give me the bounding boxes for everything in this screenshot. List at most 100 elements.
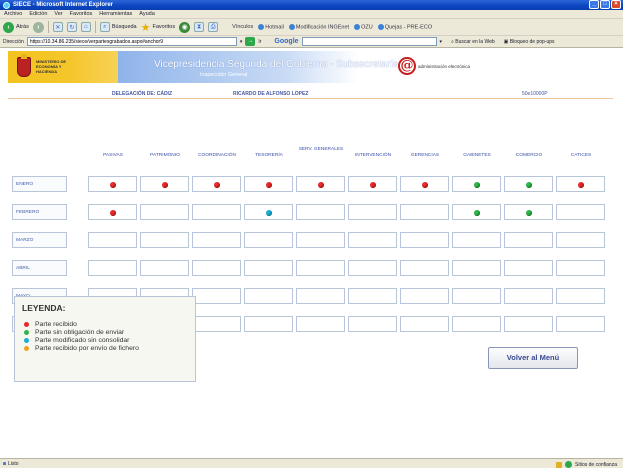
status-cell [348, 204, 397, 220]
close-button[interactable]: × [611, 0, 621, 9]
print-icon[interactable]: ⎙ [208, 22, 219, 32]
status-cell[interactable] [556, 176, 605, 192]
column-header: GERENCIAS [410, 153, 440, 158]
status-cell[interactable] [348, 176, 397, 192]
menu-favoritos[interactable]: Favoritos [70, 11, 93, 17]
forward-button[interactable]: › [32, 21, 44, 34]
google-toolbar-logo[interactable]: Google [274, 38, 298, 45]
link-icon [288, 23, 295, 30]
status-cell [296, 204, 345, 220]
search-icon: ⌕ [99, 22, 110, 32]
status-cell[interactable] [244, 204, 293, 220]
media-icon[interactable]: ◉ [179, 21, 191, 33]
status-cell [244, 316, 293, 332]
status-cell[interactable] [88, 204, 137, 220]
link-ozu[interactable]: OZU [354, 23, 373, 30]
google-search-web-button[interactable]: ⌕ Buscar en la Web [451, 39, 495, 45]
spain-crest-icon [17, 54, 31, 77]
status-cell[interactable] [452, 176, 501, 192]
minimize-button[interactable]: _ [589, 0, 599, 9]
statusbar: ◙ Listo Sitios de confianza [0, 458, 623, 468]
month-row: ENERO [12, 176, 611, 194]
search-label: Búsqueda [111, 24, 137, 30]
status-cell [192, 204, 241, 220]
home-icon[interactable]: ⌂ [80, 22, 91, 32]
person-name: RICARDO DE ALFONSO LOPEZ [233, 91, 309, 97]
red-dot-icon [318, 182, 324, 188]
status-cell[interactable] [400, 176, 449, 192]
maximize-button[interactable]: □ [600, 0, 610, 9]
link-hotmail[interactable]: Hotmail [258, 23, 284, 30]
header-banner: MINISTERIO DE ECONOMÍA Y HACIENDA Vicepr… [8, 51, 613, 83]
status-cell[interactable] [504, 204, 553, 220]
menu-archivo[interactable]: Archivo [4, 11, 22, 17]
address-input[interactable]: https://10.34.86.235/siece/verpartesgrab… [26, 37, 237, 46]
status-cell [348, 288, 397, 304]
lock-icon [556, 461, 563, 468]
popup-blocker-button[interactable]: ▣ Bloqueo de pop-ups [504, 39, 555, 45]
status-cell [504, 316, 553, 332]
link-quejas[interactable]: Quejas - PRE-ECO [377, 23, 432, 30]
month-label: ABRIL [12, 260, 67, 276]
delegation-label: DELEGACIÓN DE: CÁDIZ [112, 91, 172, 97]
banner-title: Vicepresidencia Segunda del Gobierno - S… [154, 59, 399, 70]
status-cell [556, 260, 605, 276]
stop-icon[interactable]: ✕ [52, 22, 63, 32]
link-icon [354, 23, 361, 30]
status-cell[interactable] [140, 176, 189, 192]
status-cell [192, 260, 241, 276]
month-row: ABRIL [12, 260, 611, 278]
red-dot-icon [24, 321, 29, 327]
toolbar: ‹ Atrás › ✕ ↻ ⌂ ⌕ Búsqueda ★ Favoritos ◉… [0, 19, 623, 36]
go-button[interactable]: Ir [258, 39, 261, 45]
red-dot-icon [162, 182, 168, 188]
status-cell[interactable] [452, 204, 501, 220]
favorites-button[interactable]: ★ Favoritos [141, 21, 176, 34]
toolbar-separator [94, 21, 96, 33]
refresh-icon[interactable]: ↻ [66, 22, 77, 32]
address-dropdown-icon[interactable]: ▾ [240, 39, 243, 45]
history-icon[interactable]: ⧗ [194, 22, 205, 32]
status-cell [244, 232, 293, 248]
google-search-dropdown-icon[interactable]: ▾ [440, 39, 443, 45]
status-cell[interactable] [504, 176, 553, 192]
status-text: Listo [8, 460, 19, 467]
ie-icon [3, 1, 10, 9]
legend-title: LEYENDA: [22, 303, 66, 313]
status-cell[interactable] [296, 176, 345, 192]
toolbar-separator [47, 21, 49, 33]
status-cell [504, 288, 553, 304]
teal-dot-icon [24, 337, 29, 343]
column-header: TESORERÍA [255, 153, 283, 158]
status-cell [192, 232, 241, 248]
month-label: MARZO [12, 232, 67, 248]
address-label: Dirección [3, 38, 24, 45]
menu-herramientas[interactable]: Herramientas [99, 11, 132, 17]
zone-label: Sitios de confianza [575, 461, 617, 468]
admin-electronica-text: administración electrónica [418, 63, 471, 69]
back-to-menu-button[interactable]: Volver al Menú [488, 347, 578, 369]
status-cell[interactable] [88, 176, 137, 192]
back-arrow-icon: ‹ [3, 21, 14, 33]
green-dot-icon [474, 210, 480, 216]
green-dot-icon [24, 329, 29, 335]
red-dot-icon [422, 182, 428, 188]
menu-ver[interactable]: Ver [54, 11, 62, 17]
google-search-input[interactable] [301, 37, 437, 46]
status-cell[interactable] [244, 176, 293, 192]
link-ingenet[interactable]: Modificación INGEnet [288, 23, 349, 30]
banner-subtitle: Inspección General [200, 72, 248, 78]
search-button[interactable]: ⌕ Búsqueda [99, 21, 137, 34]
page-content: MINISTERIO DE ECONOMÍA Y HACIENDA Vicepr… [0, 49, 623, 458]
menu-edicion[interactable]: Edición [29, 11, 47, 17]
column-header: PASIVAS [103, 153, 123, 158]
green-dot-icon [526, 182, 532, 188]
column-header: PATRIMONIO [150, 153, 180, 158]
legend-item-modified: Parte modificado sin consolidar [22, 336, 195, 344]
menu-ayuda[interactable]: Ayuda [139, 11, 155, 17]
status-cell[interactable] [192, 176, 241, 192]
back-button[interactable]: ‹ Atrás [3, 21, 29, 34]
status-cell [192, 288, 241, 304]
go-arrow-icon[interactable]: → [245, 37, 256, 46]
status-cell [296, 260, 345, 276]
